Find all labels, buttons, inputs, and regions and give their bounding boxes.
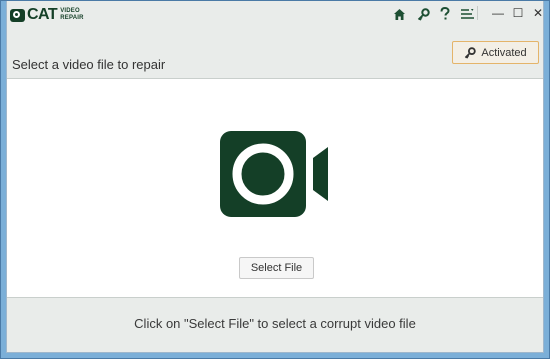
footer-hint: Click on "Select File" to select a corru… (134, 316, 416, 331)
key-icon[interactable] (415, 6, 431, 22)
main-panel: Select File (7, 79, 543, 297)
activated-label: Activated (481, 46, 527, 59)
help-icon[interactable] (437, 6, 453, 22)
logo-sub-line-1: VIDEO (60, 8, 80, 14)
minimize-icon: — (492, 6, 504, 20)
page-title: Select a video file to repair (12, 57, 166, 72)
window-frame: CAT VIDEO REPAIR — ☐ ✕ Select a video fi… (6, 1, 544, 353)
maximize-button[interactable]: ☐ (509, 5, 527, 21)
key-icon (465, 46, 477, 59)
logo-subtitle: VIDEO REPAIR (60, 8, 83, 22)
page-header: Select a video file to repair Activated (7, 27, 543, 79)
app-logo: CAT VIDEO REPAIR (10, 5, 84, 25)
logo-main-text: CAT (27, 6, 58, 23)
video-camera-icon[interactable] (220, 131, 332, 222)
home-icon[interactable] (391, 6, 407, 22)
titlebar-separator (477, 6, 478, 20)
camera-logo-icon (10, 8, 25, 22)
maximize-icon: ☐ (512, 6, 524, 20)
minimize-button[interactable]: — (489, 5, 507, 21)
app-window: CAT VIDEO REPAIR — ☐ ✕ Select a video fi… (0, 0, 550, 359)
activated-button[interactable]: Activated (452, 41, 539, 64)
logo-sub-line-2: REPAIR (60, 15, 84, 21)
menu-icon[interactable] (459, 6, 475, 22)
footer-bar: Click on "Select File" to select a corru… (7, 297, 543, 352)
close-button[interactable]: ✕ (529, 5, 547, 21)
title-bar: CAT VIDEO REPAIR — ☐ ✕ (7, 1, 543, 27)
close-icon: ✕ (532, 6, 544, 20)
select-file-button[interactable]: Select File (239, 257, 314, 279)
